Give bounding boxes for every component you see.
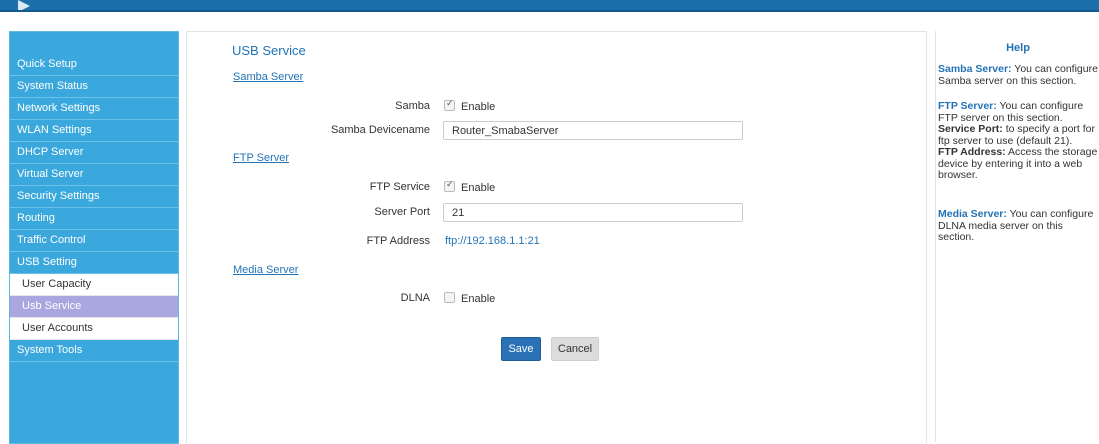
sidebar-item-virtual-server[interactable]: Virtual Server xyxy=(10,164,178,186)
samba-enable-field: Enable xyxy=(444,98,496,113)
sidebar-subitem-user-capacity[interactable]: User Capacity xyxy=(10,274,178,296)
main-panel: USB Service Samba Server Samba Enable Sa… xyxy=(186,31,927,443)
sidebar: Quick Setup System Status Network Settin… xyxy=(9,31,179,444)
help-media-text: Media Server: You can configure DLNA med… xyxy=(938,208,1098,244)
help-samba-term: Samba Server: xyxy=(938,63,1012,75)
help-panel: Help Samba Server: You can configure Sam… xyxy=(935,31,1099,442)
ftp-service-enable-label: Enable xyxy=(461,182,496,194)
sidebar-item-dhcp-server[interactable]: DHCP Server xyxy=(10,142,178,164)
banner-divider xyxy=(0,10,1099,12)
samba-enable-label: Enable xyxy=(461,101,496,113)
samba-devicename-label: Samba Devicename xyxy=(330,124,430,136)
help-ftp-term: FTP Server: xyxy=(938,100,997,112)
dlna-enable-checkbox[interactable] xyxy=(444,292,455,303)
sidebar-item-security-settings[interactable]: Security Settings xyxy=(10,186,178,208)
help-media-term: Media Server: xyxy=(938,208,1007,220)
ftp-address-label: FTP Address xyxy=(366,235,430,247)
ftp-address-value: ftp://192.168.1.1:21 xyxy=(445,235,540,247)
help-samba-text: Samba Server: You can configure Samba se… xyxy=(938,63,1098,87)
sidebar-item-routing[interactable]: Routing xyxy=(10,208,178,230)
sidebar-item-traffic-control[interactable]: Traffic Control xyxy=(10,230,178,252)
samba-server-section-link[interactable]: Samba Server xyxy=(233,71,303,83)
sidebar-item-quick-setup[interactable]: Quick Setup xyxy=(10,54,178,76)
help-port-term: Service Port: xyxy=(938,123,1003,135)
sidebar-nav: Quick Setup System Status Network Settin… xyxy=(10,54,178,362)
sidebar-item-system-status[interactable]: System Status xyxy=(10,76,178,98)
save-button[interactable]: Save xyxy=(501,337,541,361)
server-port-label: Server Port xyxy=(374,206,430,218)
ftp-server-section-link[interactable]: FTP Server xyxy=(233,152,289,164)
sidebar-item-system-tools[interactable]: System Tools xyxy=(10,340,178,362)
dlna-label: DLNA xyxy=(400,292,430,304)
sidebar-item-network-settings[interactable]: Network Settings xyxy=(10,98,178,120)
ftp-service-label: FTP Service xyxy=(369,181,430,193)
samba-label: Samba xyxy=(395,100,430,112)
sidebar-item-wlan-settings[interactable]: WLAN Settings xyxy=(10,120,178,142)
help-address-term: FTP Address: xyxy=(938,146,1006,158)
help-ftp-text: FTP Server: You can configure FTP server… xyxy=(938,100,1098,182)
cancel-button[interactable]: Cancel xyxy=(551,337,599,361)
dlna-enable-label: Enable xyxy=(461,293,496,305)
dlna-enable-field: Enable xyxy=(444,292,495,305)
help-title: Help xyxy=(1006,42,1030,54)
ftp-service-enable-checkbox[interactable] xyxy=(444,179,455,192)
top-banner xyxy=(0,0,1099,12)
sidebar-subitem-usb-service[interactable]: Usb Service xyxy=(10,296,178,318)
ftp-service-enable-field: Enable xyxy=(444,179,496,194)
sidebar-item-usb-setting[interactable]: USB Setting xyxy=(10,252,178,274)
samba-devicename-input[interactable] xyxy=(443,121,743,140)
samba-enable-checkbox[interactable] xyxy=(444,98,455,111)
media-server-section-link[interactable]: Media Server xyxy=(233,264,298,276)
page-title: USB Service xyxy=(232,43,306,58)
sidebar-subitem-user-accounts[interactable]: User Accounts xyxy=(10,318,178,340)
server-port-input[interactable] xyxy=(443,203,743,222)
